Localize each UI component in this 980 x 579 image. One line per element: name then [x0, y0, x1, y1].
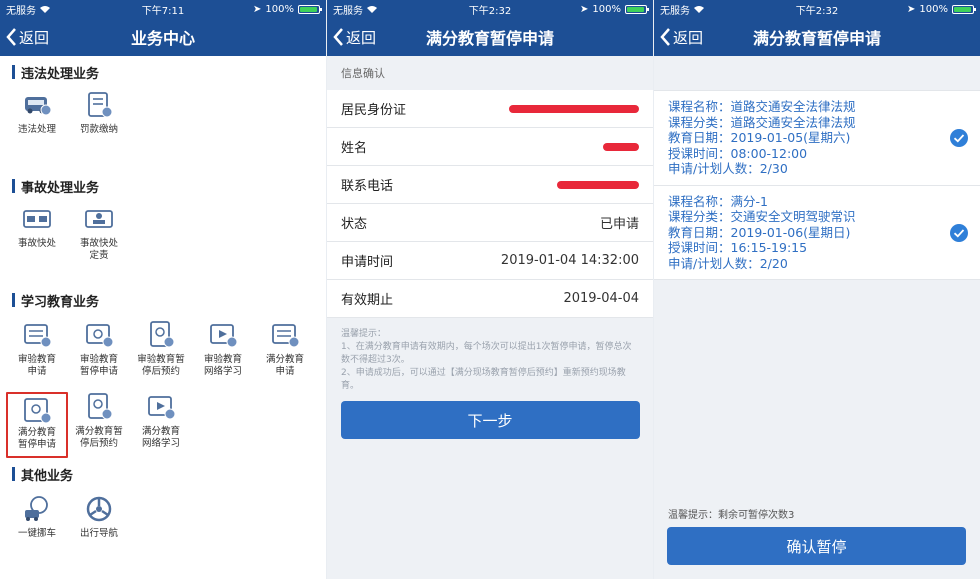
- move-car-icon: [25, 496, 48, 521]
- redacted-phone: [557, 180, 639, 189]
- nav-bar: 返回 满分教育暂停申请: [654, 18, 980, 56]
- tip-text: 温馨提示： 1、在满分教育申请有效期内，每个场次可以提出1次暂停申请，暂停总次数…: [341, 329, 632, 391]
- car-violation-icon: [25, 97, 52, 116]
- back-label: 返回: [19, 28, 50, 47]
- confirm-pause-button[interactable]: 确认暂停: [667, 527, 966, 565]
- tile-fine-payment[interactable]: 罚款缴纳: [68, 90, 130, 160]
- navigation-icon: [86, 496, 112, 522]
- fine-payment-icon: [88, 92, 113, 118]
- full-edu-booking-icon: [88, 393, 113, 420]
- tile-violation-handling[interactable]: 违法处理: [6, 90, 68, 160]
- course-card[interactable]: 课程名称：道路交通安全法律法规 课程分类：道路交通安全法律法规 教育日期：201…: [654, 90, 980, 186]
- battery-icon: [952, 4, 976, 14]
- back-button[interactable]: 返回: [654, 27, 703, 48]
- next-step-button[interactable]: 下一步: [340, 401, 640, 439]
- business-center-screen: 无服务 下午7:11 ➤ 100% 返回 业务中心 违法处理业务 违法处理 罚款…: [0, 0, 326, 579]
- status-time: 下午7:11: [141, 5, 185, 17]
- full-edu-pause-icon: [24, 398, 52, 424]
- section-title-other: 其他业务: [0, 462, 326, 486]
- status-time: 下午2:32: [795, 5, 839, 17]
- nav-bar: 返回 满分教育暂停申请: [327, 18, 653, 56]
- tile-full-edu-online[interactable]: 满分教育 网络学习: [130, 392, 192, 458]
- accident-quick-icon: [23, 210, 51, 228]
- review-edu-pause-icon: [86, 324, 114, 348]
- apply-time-value: 2019-01-04 14:32:00: [500, 253, 639, 268]
- chevron-left-icon: [660, 28, 670, 46]
- section-title-accident: 事故处理业务: [0, 174, 326, 198]
- tile-review-edu-apply[interactable]: 审验教育 申请: [6, 320, 68, 392]
- pause-apply-confirm-screen: 无服务 下午2:32 ➤ 100% 返回 满分教育暂停申请 信息确认 居民身份证…: [327, 0, 653, 579]
- tile-accident-quick[interactable]: 事故快处: [6, 204, 68, 274]
- chevron-left-icon: [6, 28, 16, 46]
- review-edu-apply-icon: [24, 324, 52, 348]
- status-time: 下午2:32: [468, 5, 512, 17]
- tile-review-edu-pause[interactable]: 审验教育 暂停申请: [68, 320, 130, 392]
- battery-icon: [625, 4, 649, 14]
- full-edu-online-icon: [148, 396, 176, 420]
- row-id-card: 居民身份证: [327, 90, 653, 128]
- row-status: 状态 已申请: [327, 204, 653, 242]
- checkmark-circle-icon[interactable]: [950, 129, 968, 147]
- row-valid-until: 有效期止 2019-04-04: [327, 280, 653, 318]
- redacted-id-number: [509, 104, 639, 113]
- tile-review-edu-online[interactable]: 审验教育 网络学习: [192, 320, 254, 392]
- review-edu-booking-icon: [150, 321, 175, 348]
- chevron-left-icon: [333, 28, 343, 46]
- status-bar: 无服务 下午2:32 ➤ 100%: [654, 0, 980, 18]
- tile-move-car[interactable]: 一键挪车: [6, 494, 68, 540]
- course-select-screen: 无服务 下午2:32 ➤ 100% 返回 满分教育暂停申请 课程名称：道路交通安…: [654, 0, 980, 579]
- course-card[interactable]: 课程名称：满分-1 课程分类：交通安全文明驾驶常识 教育日期：2019-01-0…: [654, 185, 980, 280]
- tile-navigation[interactable]: 出行导航: [68, 494, 130, 540]
- row-name: 姓名: [327, 128, 653, 166]
- status-value: 已申请: [599, 217, 639, 232]
- tile-full-edu-pause[interactable]: 满分教育 暂停申请: [6, 392, 68, 458]
- tile-accident-liability[interactable]: 事故快处 定责: [68, 204, 130, 274]
- section-title-violation: 违法处理业务: [0, 60, 326, 84]
- tile-review-edu-booking[interactable]: 审验教育暂 停后预约: [130, 320, 192, 392]
- back-label: 返回: [346, 28, 377, 47]
- back-label: 返回: [673, 28, 704, 47]
- row-phone: 联系电话: [327, 166, 653, 204]
- battery-icon: [298, 4, 322, 14]
- back-button[interactable]: 返回: [0, 27, 49, 48]
- remaining-tip: 温馨提示：剩余可暂停次数3: [668, 510, 795, 521]
- accident-liability-icon: [85, 210, 113, 228]
- back-button[interactable]: 返回: [327, 27, 376, 48]
- status-bar: 无服务 下午7:11 ➤ 100%: [0, 0, 326, 18]
- status-bar: 无服务 下午2:32 ➤ 100%: [327, 0, 653, 18]
- tile-full-edu-booking[interactable]: 满分教育暂 停后预约: [68, 392, 130, 458]
- valid-until-value: 2019-04-04: [563, 291, 639, 306]
- info-caption: 信息确认: [341, 67, 385, 80]
- row-apply-time: 申请时间 2019-01-04 14:32:00: [327, 242, 653, 280]
- full-edu-apply-icon: [272, 324, 300, 348]
- review-edu-online-icon: [210, 324, 238, 348]
- checkmark-circle-icon[interactable]: [950, 223, 968, 242]
- section-title-education: 学习教育业务: [0, 288, 326, 312]
- redacted-name: [603, 142, 639, 151]
- tile-full-edu-apply[interactable]: 满分教育 申请: [254, 320, 316, 392]
- nav-bar: 返回 业务中心: [0, 18, 326, 56]
